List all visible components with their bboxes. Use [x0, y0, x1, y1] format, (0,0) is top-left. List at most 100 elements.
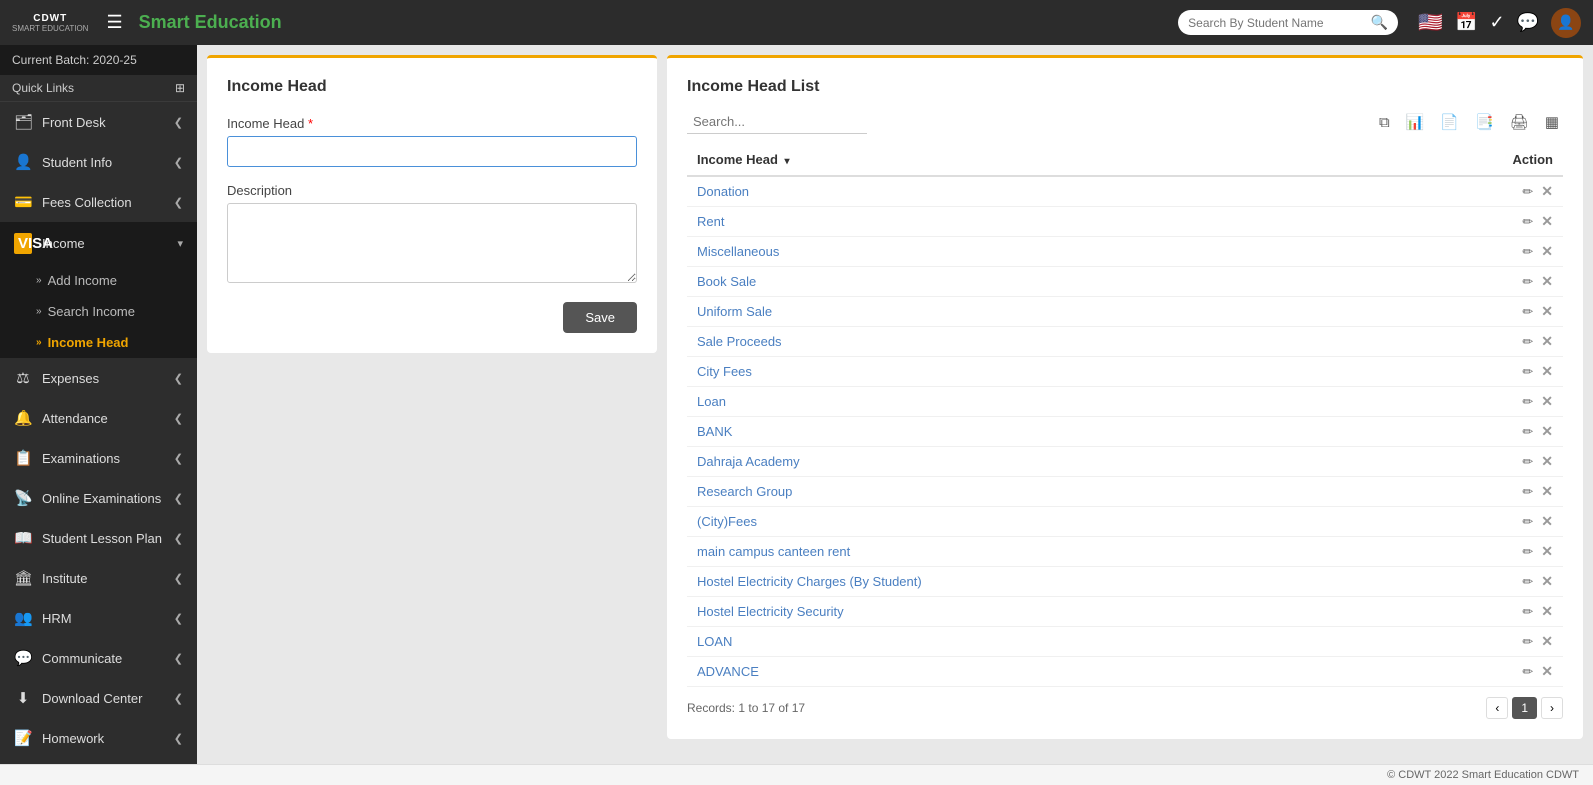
table-row: main campus canteen rent ✏ ✕ [687, 537, 1563, 567]
delete-button-1[interactable]: ✕ [1541, 213, 1553, 230]
topbar-icons: 🇺🇸 📅 ✓ 💬 👤 [1418, 8, 1581, 38]
sidebar-item-examinations[interactable]: 📋 Examinations ❮ [0, 438, 197, 478]
delete-button-7[interactable]: ✕ [1541, 393, 1553, 410]
cell-action-1: ✏ ✕ [1389, 207, 1563, 237]
income-head-link-2[interactable]: Miscellaneous [697, 244, 779, 259]
delete-button-12[interactable]: ✕ [1541, 543, 1553, 560]
edit-button-14[interactable]: ✏ [1522, 604, 1533, 620]
edit-button-12[interactable]: ✏ [1522, 544, 1533, 560]
sidebar-item-fees-collection[interactable]: 💳 Fees Collection ❮ [0, 182, 197, 222]
edit-button-15[interactable]: ✏ [1522, 634, 1533, 650]
income-head-link-15[interactable]: LOAN [697, 634, 732, 649]
save-button[interactable]: Save [563, 302, 637, 333]
edit-button-2[interactable]: ✏ [1522, 244, 1533, 260]
cell-name-3: Book Sale [687, 267, 1389, 297]
income-head-link-10[interactable]: Research Group [697, 484, 792, 499]
columns-icon[interactable]: ▦ [1541, 111, 1563, 133]
sidebar-item-student-info[interactable]: 👤 Student Info ❮ [0, 142, 197, 182]
edit-button-6[interactable]: ✏ [1522, 364, 1533, 380]
income-head-link-14[interactable]: Hostel Electricity Security [697, 604, 844, 619]
edit-button-13[interactable]: ✏ [1522, 574, 1533, 590]
delete-button-2[interactable]: ✕ [1541, 243, 1553, 260]
pdf-icon[interactable]: 📑 [1471, 111, 1498, 133]
table-body: Donation ✏ ✕ Rent ✏ ✕ Miscellaneous [687, 176, 1563, 687]
income-head-link-9[interactable]: Dahraja Academy [697, 454, 800, 469]
income-head-link-3[interactable]: Book Sale [697, 274, 756, 289]
sidebar-item-hrm[interactable]: 👥 HRM ❮ [0, 598, 197, 638]
sidebar-item-communicate[interactable]: 💬 Communicate ❮ [0, 638, 197, 678]
delete-button-4[interactable]: ✕ [1541, 303, 1553, 320]
sidebar-item-expenses[interactable]: ⚖ Expenses ❮ [0, 358, 197, 398]
description-textarea[interactable] [227, 203, 637, 283]
calendar-icon[interactable]: 📅 [1455, 12, 1477, 33]
sidebar-subitem-search-income[interactable]: » Search Income [0, 296, 197, 327]
income-head-link-12[interactable]: main campus canteen rent [697, 544, 850, 559]
sidebar-item-institute[interactable]: 🏛 Institute ❮ [0, 558, 197, 598]
income-head-link-1[interactable]: Rent [697, 214, 724, 229]
sidebar-label-online-exam: Online Examinations [42, 491, 161, 506]
delete-button-15[interactable]: ✕ [1541, 633, 1553, 650]
excel-icon[interactable]: 📊 [1402, 111, 1429, 133]
income-head-link-5[interactable]: Sale Proceeds [697, 334, 782, 349]
search-input[interactable] [1188, 16, 1365, 30]
col-income-head[interactable]: Income Head ▾ [687, 144, 1389, 176]
delete-button-13[interactable]: ✕ [1541, 573, 1553, 590]
whatsapp-icon[interactable]: 💬 [1517, 12, 1539, 33]
edit-button-16[interactable]: ✏ [1522, 664, 1533, 680]
sidebar-item-front-desk[interactable]: 🗂 Front Desk ❮ [0, 102, 197, 142]
delete-button-9[interactable]: ✕ [1541, 453, 1553, 470]
csv-icon[interactable]: 📄 [1436, 111, 1463, 133]
income-head-input[interactable] [227, 136, 637, 167]
delete-button-3[interactable]: ✕ [1541, 273, 1553, 290]
check-icon[interactable]: ✓ [1489, 12, 1504, 33]
income-head-link-11[interactable]: (City)Fees [697, 514, 757, 529]
print-icon[interactable]: 🖨 [1506, 111, 1533, 133]
delete-button-11[interactable]: ✕ [1541, 513, 1553, 530]
delete-button-5[interactable]: ✕ [1541, 333, 1553, 350]
edit-button-4[interactable]: ✏ [1522, 304, 1533, 320]
income-head-link-7[interactable]: Loan [697, 394, 726, 409]
delete-button-16[interactable]: ✕ [1541, 663, 1553, 680]
delete-button-6[interactable]: ✕ [1541, 363, 1553, 380]
income-head-link-0[interactable]: Donation [697, 184, 749, 199]
income-head-link-6[interactable]: City Fees [697, 364, 752, 379]
chevron-online-exam: ❮ [174, 492, 183, 505]
edit-button-10[interactable]: ✏ [1522, 484, 1533, 500]
pagination: ‹ 1 › [1486, 697, 1563, 719]
edit-button-11[interactable]: ✏ [1522, 514, 1533, 530]
delete-button-14[interactable]: ✕ [1541, 603, 1553, 620]
flag-icon[interactable]: 🇺🇸 [1418, 10, 1443, 35]
edit-button-8[interactable]: ✏ [1522, 424, 1533, 440]
sidebar-subitem-income-head[interactable]: » Income Head [0, 327, 197, 358]
sidebar-item-homework[interactable]: 📝 Homework ❮ [0, 718, 197, 758]
income-head-link-8[interactable]: BANK [697, 424, 732, 439]
cell-action-2: ✏ ✕ [1389, 237, 1563, 267]
delete-button-8[interactable]: ✕ [1541, 423, 1553, 440]
income-head-link-4[interactable]: Uniform Sale [697, 304, 772, 319]
sidebar-item-lesson-plan[interactable]: 📖 Student Lesson Plan ❮ [0, 518, 197, 558]
sidebar-item-income[interactable]: VISA Income ▾ [0, 222, 197, 265]
prev-page-button[interactable]: ‹ [1486, 697, 1508, 719]
edit-button-7[interactable]: ✏ [1522, 394, 1533, 410]
quick-links-grid-icon[interactable]: ⊞ [175, 81, 185, 95]
income-head-link-13[interactable]: Hostel Electricity Charges (By Student) [697, 574, 922, 589]
copy-icon[interactable]: ⧉ [1375, 111, 1394, 133]
sidebar-item-download-center[interactable]: ⬇ Download Center ❮ [0, 678, 197, 718]
income-head-link-16[interactable]: ADVANCE [697, 664, 759, 679]
edit-button-3[interactable]: ✏ [1522, 274, 1533, 290]
edit-button-0[interactable]: ✏ [1522, 184, 1533, 200]
user-avatar[interactable]: 👤 [1551, 8, 1581, 38]
page-1-button[interactable]: 1 [1512, 697, 1537, 719]
hamburger-icon[interactable]: ☰ [106, 12, 122, 33]
edit-button-9[interactable]: ✏ [1522, 454, 1533, 470]
sidebar-item-attendance[interactable]: 🔔 Attendance ❮ [0, 398, 197, 438]
delete-button-10[interactable]: ✕ [1541, 483, 1553, 500]
sidebar-item-online-examinations[interactable]: 📡 Online Examinations ❮ [0, 478, 197, 518]
search-bar: 🔍 [1178, 10, 1398, 35]
list-search-input[interactable] [687, 110, 867, 134]
next-page-button[interactable]: › [1541, 697, 1563, 719]
edit-button-5[interactable]: ✏ [1522, 334, 1533, 350]
edit-button-1[interactable]: ✏ [1522, 214, 1533, 230]
delete-button-0[interactable]: ✕ [1541, 183, 1553, 200]
sidebar-subitem-add-income[interactable]: » Add Income [0, 265, 197, 296]
